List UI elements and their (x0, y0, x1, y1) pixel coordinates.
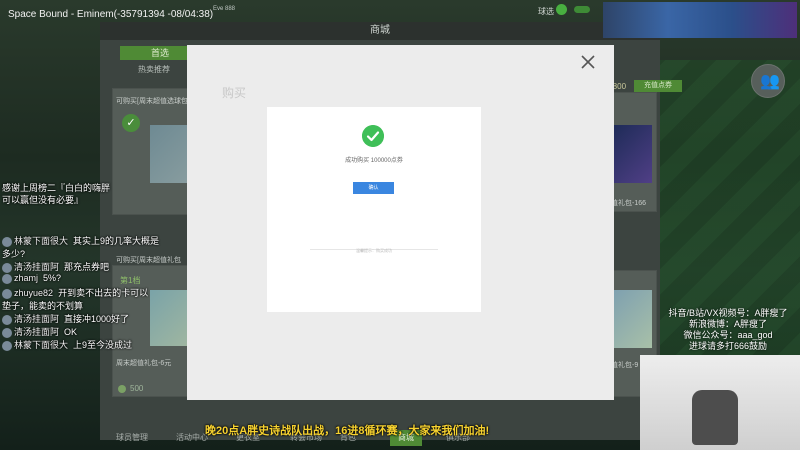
modal-footnote: 温馨提示：购买成功 (356, 248, 392, 253)
shop-card-price: 500 (130, 384, 144, 393)
avatar (2, 327, 12, 338)
chat-line: 清汤挂面阿 那充点券吧 (2, 260, 109, 273)
top-nav-label[interactable]: 球选 (538, 6, 554, 17)
social-promo: 抖音/B站/VX视频号：A胖瘦了 新浪微博：A胖瘦了 微信公众号：aaa_god… (662, 308, 794, 352)
promo-line: 新浪微博：A胖瘦了 (688, 319, 767, 329)
confirm-button[interactable]: 确认 (353, 182, 394, 194)
smiley-icon[interactable] (556, 4, 567, 15)
coin-icon (118, 385, 126, 393)
promo-line: 抖音/B站/VX视频号：A胖瘦了 (668, 308, 788, 318)
chat-line: 清汤挂面阿 OK (2, 325, 77, 338)
chat-line: 林蒙下面很大 其实上9的几率大概是 (2, 234, 159, 247)
tier-tag: 第1档 (120, 276, 141, 285)
avatar (2, 236, 12, 247)
nav-item-players[interactable]: 球员管理 (116, 430, 148, 446)
user-glyph-icon: 👥 (760, 73, 780, 90)
success-message: 成功购买 100000点券 (345, 158, 403, 164)
avatar (2, 273, 12, 284)
webcam-chair (692, 390, 738, 445)
player-cards-strip (603, 2, 797, 38)
modal-title: 购买 (222, 86, 247, 100)
chat-line: zhuyue82 开到卖不出去的卡可以 (2, 286, 148, 299)
avatar (2, 262, 12, 273)
nav-item-events[interactable]: 活动中心 (176, 430, 208, 446)
chat-line: 可以赢但没有必要』 (2, 195, 84, 205)
chat-line: zhamj 5%? (2, 273, 61, 284)
toggle-icon[interactable] (574, 6, 590, 13)
close-icon[interactable] (578, 52, 598, 72)
chat-line: 垫子，能卖的不划算 (2, 301, 84, 311)
check-icon: ✓ (122, 114, 140, 132)
recharge-button[interactable]: 充值点券 (634, 80, 682, 92)
check-circle-icon (362, 125, 384, 147)
viewer-tag: Eve 888 (213, 6, 236, 12)
avatar (2, 314, 12, 325)
avatar (2, 288, 12, 299)
pack-art (612, 290, 652, 348)
announcement-banner: 晚20点A胖史诗战队出战，16进8循环赛，大家来我们加油! (205, 425, 490, 437)
promo-line: 进球请多打666鼓励 (688, 341, 768, 351)
shop-header: 商城 (100, 22, 660, 40)
avatar (2, 340, 12, 351)
chat-line: 清汤挂面阿 直接冲1000好了 (2, 312, 129, 325)
promo-line: 微信公众号：aaa_god (683, 330, 773, 340)
now-playing-title: Space Bound - Eminem(-35791394 -08/04:38… (8, 9, 214, 20)
pack-art (612, 125, 652, 183)
chat-line: 林蒙下面很大 上9至今没成过 (2, 338, 132, 351)
chat-line: 多少? (2, 249, 26, 259)
